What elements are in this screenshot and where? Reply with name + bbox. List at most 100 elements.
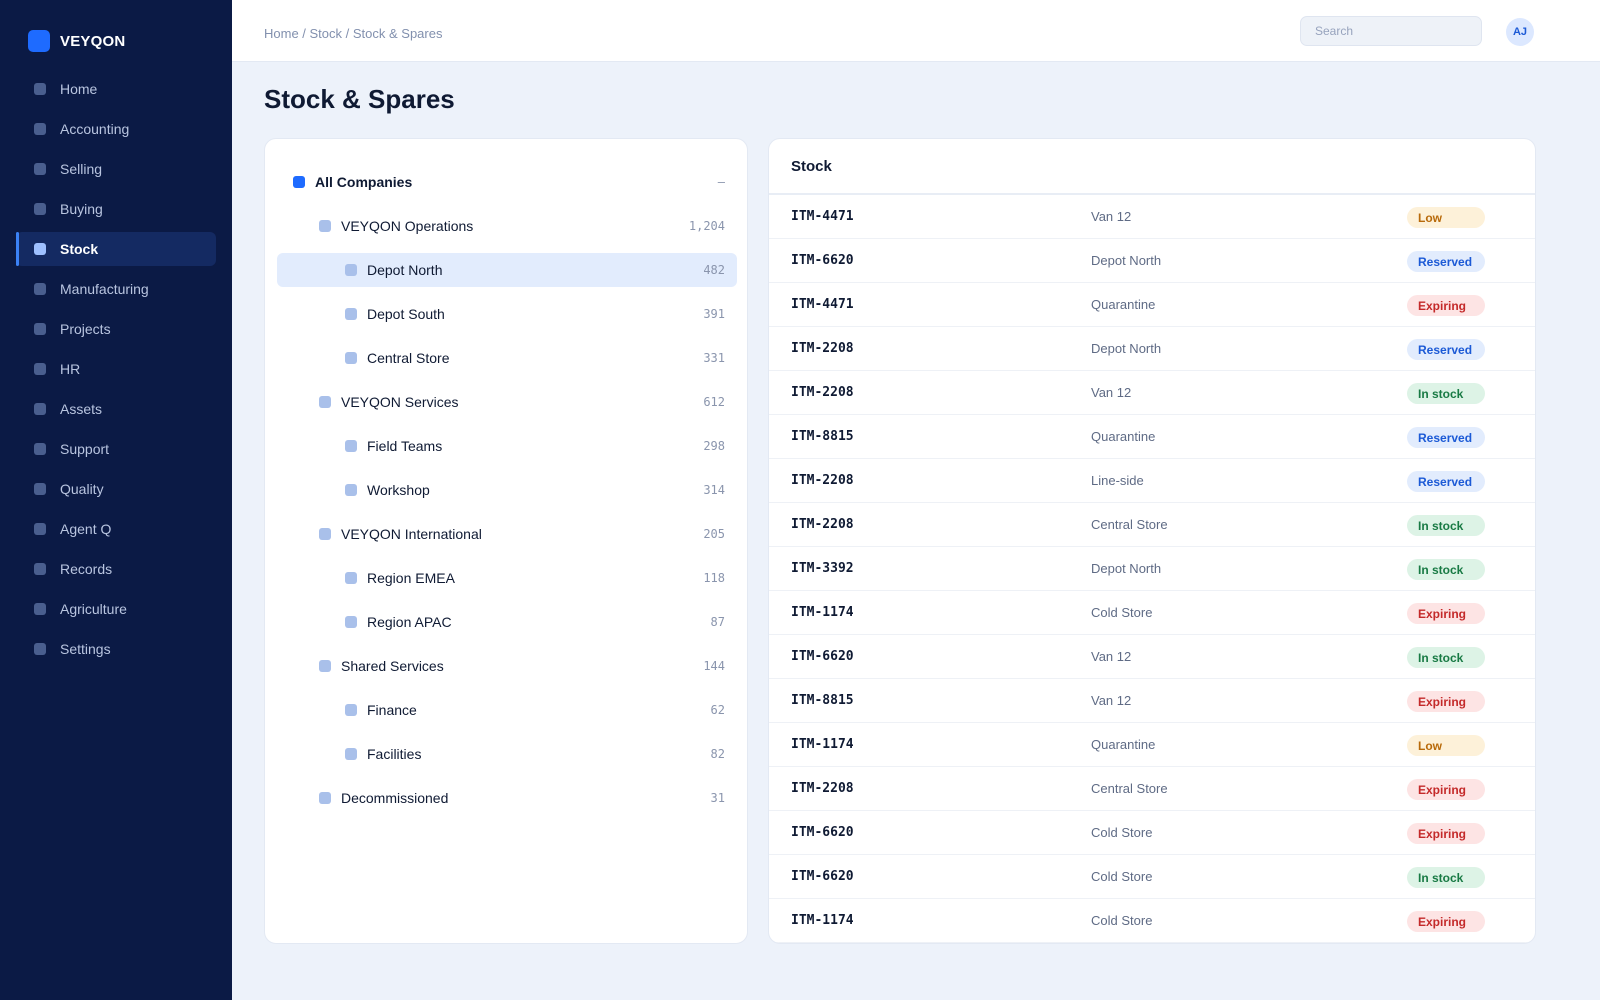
sidebar-item-assets[interactable]: Assets <box>16 392 216 426</box>
sidebar-item-hr[interactable]: HR <box>16 352 216 386</box>
item-location: Cold Store <box>1091 825 1153 840</box>
avatar[interactable]: AJ <box>1506 18 1534 46</box>
tree-node-label: VEYQON International <box>341 526 482 542</box>
tree-node-icon <box>345 704 357 716</box>
status-badge: In stock <box>1407 383 1485 404</box>
item-location: Depot North <box>1091 341 1162 356</box>
buying-icon <box>34 203 46 215</box>
tree-node[interactable]: Region APAC 87 <box>277 605 737 639</box>
table-row[interactable]: ITM-6620 Cold Store Expiring <box>769 811 1535 855</box>
topbar: Home / Stock / Stock & Spares AJ <box>232 0 1600 62</box>
records-icon <box>34 563 46 575</box>
item-location: Depot North <box>1091 253 1162 268</box>
sidebar-item-settings[interactable]: Settings <box>16 632 216 666</box>
table-row[interactable]: ITM-1174 Quarantine Low <box>769 723 1535 767</box>
sidebar: VEYQON Home Accounting Selling Buying St… <box>0 0 232 1000</box>
table-row[interactable]: ITM-1174 Cold Store Expiring <box>769 591 1535 635</box>
tree-node-count: 118 <box>703 571 725 585</box>
sidebar-item-projects[interactable]: Projects <box>16 312 216 346</box>
tree-node[interactable]: Finance 62 <box>277 693 737 727</box>
tree-node[interactable]: All Companies – <box>277 165 737 199</box>
sidebar-item-label: Projects <box>60 321 111 337</box>
table-row[interactable]: ITM-2208 Central Store Expiring <box>769 767 1535 811</box>
item-location: Cold Store <box>1091 605 1153 620</box>
tree-node-label: All Companies <box>315 174 413 190</box>
item-code: ITM-3392 <box>791 561 854 576</box>
tree-node[interactable]: VEYQON Operations 1,204 <box>277 209 737 243</box>
table-row[interactable]: ITM-4471 Quarantine Expiring <box>769 283 1535 327</box>
sidebar-item-buying[interactable]: Buying <box>16 192 216 226</box>
tree-node[interactable]: Region EMEA 118 <box>277 561 737 595</box>
breadcrumb[interactable]: Home / Stock / Stock & Spares <box>264 26 442 41</box>
table-row[interactable]: ITM-4471 Van 12 Low <box>769 195 1535 239</box>
sidebar-item-support[interactable]: Support <box>16 432 216 466</box>
sidebar-item-agent-q[interactable]: Agent Q <box>16 512 216 546</box>
item-location: Van 12 <box>1091 385 1132 400</box>
brand[interactable]: VEYQON <box>28 30 125 52</box>
sidebar-item-manufacturing[interactable]: Manufacturing <box>16 272 216 306</box>
tree-node[interactable]: Field Teams 298 <box>277 429 737 463</box>
tree-node[interactable]: Facilities 82 <box>277 737 737 771</box>
item-code: ITM-2208 <box>791 517 854 532</box>
item-code: ITM-1174 <box>791 737 854 752</box>
tree-node-label: Depot South <box>367 306 445 322</box>
selling-icon <box>34 163 46 175</box>
sidebar-item-quality[interactable]: Quality <box>16 472 216 506</box>
tree-node[interactable]: VEYQON International 205 <box>277 517 737 551</box>
tree-node[interactable]: Depot South 391 <box>277 297 737 331</box>
status-badge: In stock <box>1407 515 1485 536</box>
tree-node-icon <box>345 308 357 320</box>
item-code: ITM-1174 <box>791 605 854 620</box>
table-row[interactable]: ITM-2208 Central Store In stock <box>769 503 1535 547</box>
search-input[interactable] <box>1300 16 1482 46</box>
brand-name: VEYQON <box>60 32 126 50</box>
sidebar-item-accounting[interactable]: Accounting <box>16 112 216 146</box>
status-badge: In stock <box>1407 867 1485 888</box>
table-row[interactable]: ITM-1174 Cold Store Expiring <box>769 899 1535 943</box>
status-badge: Expiring <box>1407 911 1485 932</box>
table-row[interactable]: ITM-8815 Quarantine Reserved <box>769 415 1535 459</box>
table-row[interactable]: ITM-3392 Depot North In stock <box>769 547 1535 591</box>
table-row[interactable]: ITM-8815 Van 12 Expiring <box>769 679 1535 723</box>
item-location: Cold Store <box>1091 869 1153 884</box>
item-location: Van 12 <box>1091 693 1132 708</box>
status-badge: Expiring <box>1407 779 1485 800</box>
company-tree-panel: All Companies – VEYQON Operations 1,204 … <box>264 138 748 944</box>
tree-node[interactable]: Decommissioned 31 <box>277 781 737 815</box>
tree-node-count: 62 <box>710 703 725 717</box>
status-badge: Expiring <box>1407 823 1485 844</box>
table-row[interactable]: ITM-2208 Depot North Reserved <box>769 327 1535 371</box>
sidebar-item-label: Settings <box>60 641 111 657</box>
table-row[interactable]: ITM-2208 Line-side Reserved <box>769 459 1535 503</box>
support-icon <box>34 443 46 455</box>
tree-node[interactable]: Shared Services 144 <box>277 649 737 683</box>
stock-panel-title: Stock <box>769 139 1535 195</box>
tree-node[interactable]: Depot North 482 <box>277 253 737 287</box>
table-row[interactable]: ITM-2208 Van 12 In stock <box>769 371 1535 415</box>
sidebar-item-agriculture[interactable]: Agriculture <box>16 592 216 626</box>
sidebar-item-label: Assets <box>60 401 103 417</box>
brand-logo-icon <box>28 30 50 52</box>
agent-q-icon <box>34 523 46 535</box>
tree-node[interactable]: Workshop 314 <box>277 473 737 507</box>
stock-list: ITM-4471 Van 12 Low ITM-6620 Depot North Rese… <box>769 195 1535 943</box>
tree-node-icon <box>345 616 357 628</box>
sidebar-item-stock[interactable]: Stock <box>16 232 216 266</box>
item-location: Line-side <box>1091 473 1144 488</box>
sidebar-item-selling[interactable]: Selling <box>16 152 216 186</box>
accounting-icon <box>34 123 46 135</box>
table-row[interactable]: ITM-6620 Van 12 In stock <box>769 635 1535 679</box>
item-code: ITM-4471 <box>791 209 854 224</box>
tree-node-icon <box>345 264 357 276</box>
sidebar-item-label: Manufacturing <box>60 281 149 297</box>
sidebar-item-label: Quality <box>60 481 104 497</box>
item-code: ITM-2208 <box>791 781 854 796</box>
tree-node[interactable]: Central Store 331 <box>277 341 737 375</box>
table-row[interactable]: ITM-6620 Cold Store In stock <box>769 855 1535 899</box>
sidebar-item-home[interactable]: Home <box>16 72 216 106</box>
assets-icon <box>34 403 46 415</box>
tree-node[interactable]: VEYQON Services 612 <box>277 385 737 419</box>
sidebar-item-records[interactable]: Records <box>16 552 216 586</box>
status-badge: Low <box>1407 735 1485 756</box>
table-row[interactable]: ITM-6620 Depot North Reserved <box>769 239 1535 283</box>
